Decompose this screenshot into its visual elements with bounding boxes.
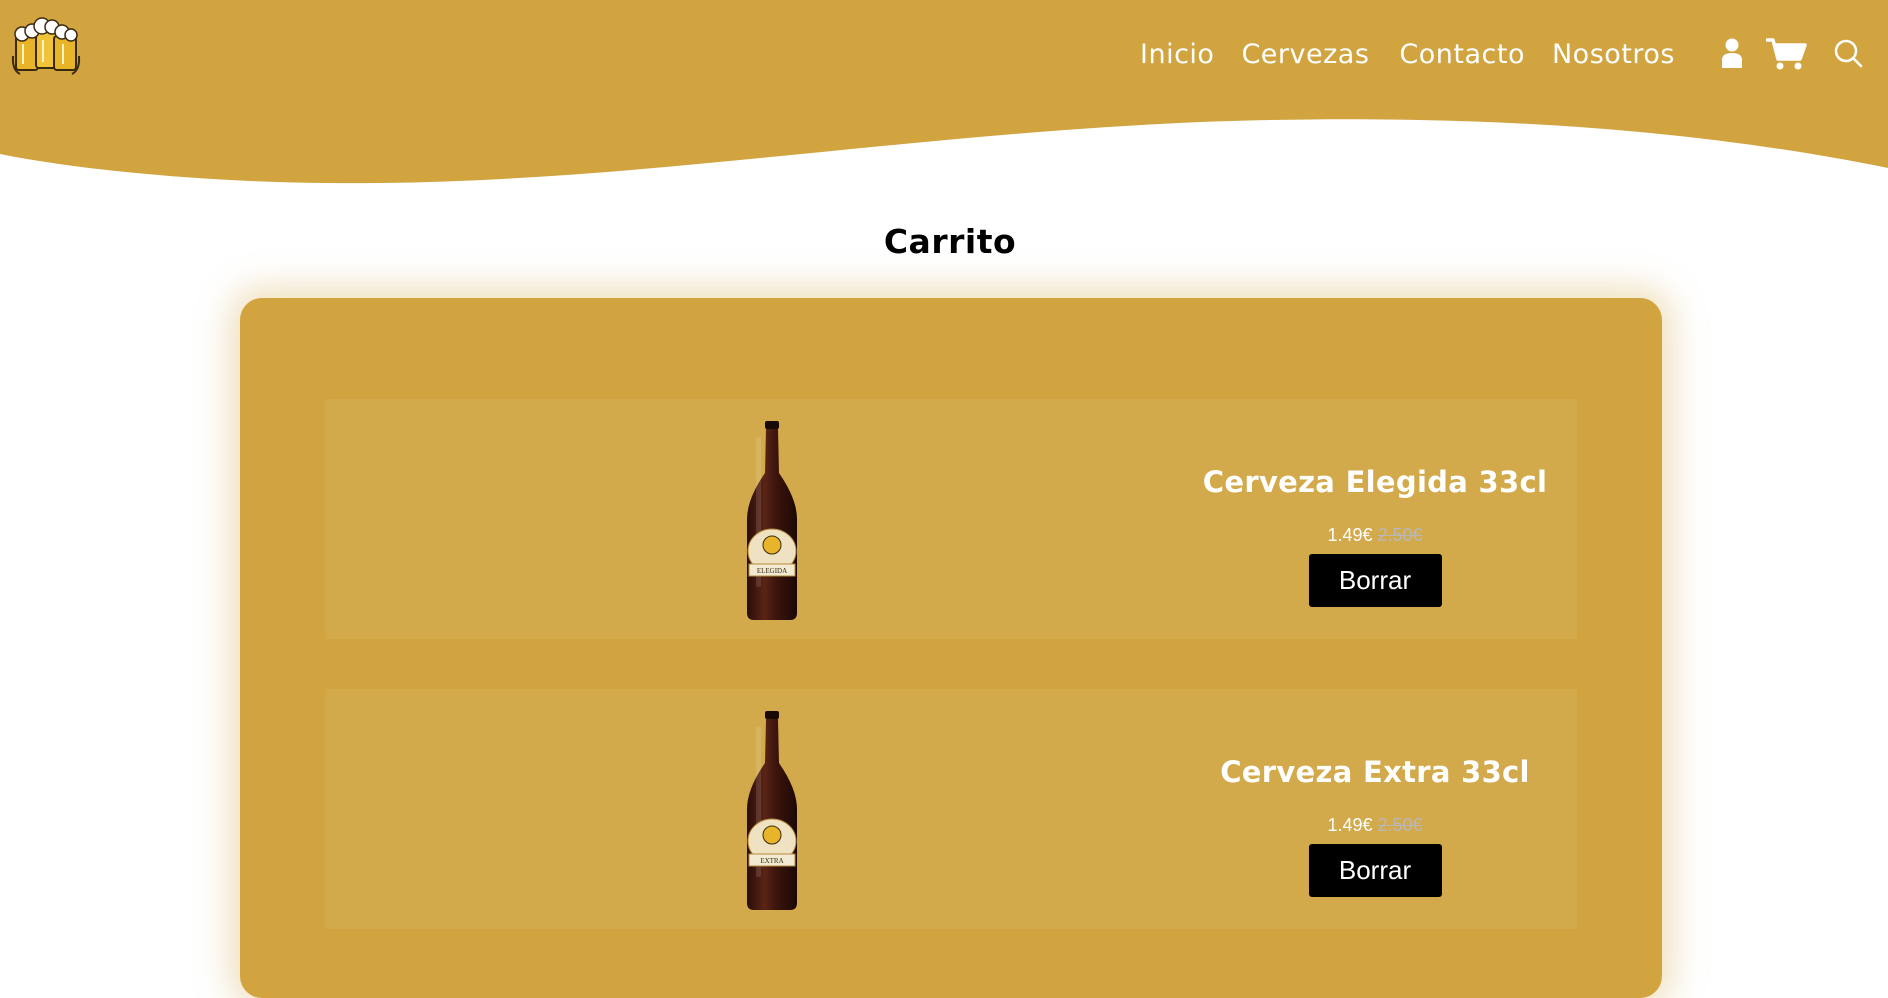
cart-item-info: Cerveza Extra 33cl 1.49€ 2.50€ Borrar xyxy=(1105,755,1645,897)
beer-mugs-logo[interactable] xyxy=(10,16,82,78)
cart-panel: ELEGIDA Cerveza Elegida 33cl 1.49€ 2.50€… xyxy=(240,298,1662,998)
cart-item: EXTRA Cerveza Extra 33cl 1.49€ 2.50€ Bor… xyxy=(325,689,1577,929)
delete-button[interactable]: Borrar xyxy=(1308,554,1442,607)
item-name: Cerveza Extra 33cl xyxy=(1220,755,1530,789)
beer-bottle-image: EXTRA xyxy=(743,711,801,911)
main-nav: Inicio Cervezas Contacto Nosotros xyxy=(1140,32,1863,76)
header-wave-background xyxy=(0,0,1888,184)
item-old-price: 2.50€ xyxy=(1377,525,1423,545)
nav-link-nosotros[interactable]: Nosotros xyxy=(1552,39,1675,70)
logo-icon xyxy=(11,17,81,75)
delete-button[interactable]: Borrar xyxy=(1308,844,1442,897)
cart-icon[interactable] xyxy=(1765,37,1807,71)
nav-link-inicio[interactable]: Inicio xyxy=(1140,39,1214,70)
item-name: Cerveza Elegida 33cl xyxy=(1202,465,1548,499)
item-price-row: 1.49€ 2.50€ xyxy=(1105,815,1645,836)
cart-item: ELEGIDA Cerveza Elegida 33cl 1.49€ 2.50€… xyxy=(325,399,1577,639)
cart-item-info: Cerveza Elegida 33cl 1.49€ 2.50€ Borrar xyxy=(1105,465,1645,607)
item-old-price: 2.50€ xyxy=(1377,815,1423,835)
item-price-row: 1.49€ 2.50€ xyxy=(1105,525,1645,546)
search-icon[interactable] xyxy=(1833,39,1863,69)
nav-link-contacto[interactable]: Contacto xyxy=(1399,39,1525,70)
item-price: 1.49€ xyxy=(1327,815,1373,835)
nav-link-cervezas[interactable]: Cervezas xyxy=(1241,39,1369,70)
site-header: Inicio Cervezas Contacto Nosotros xyxy=(0,0,1888,190)
bottle-label-text: ELEGIDA xyxy=(757,567,787,575)
beer-bottle-image: ELEGIDA xyxy=(743,421,801,621)
item-price: 1.49€ xyxy=(1327,525,1373,545)
bottle-label-text: EXTRA xyxy=(760,857,783,865)
page-title: Carrito xyxy=(883,222,1017,261)
user-icon[interactable] xyxy=(1719,38,1745,70)
